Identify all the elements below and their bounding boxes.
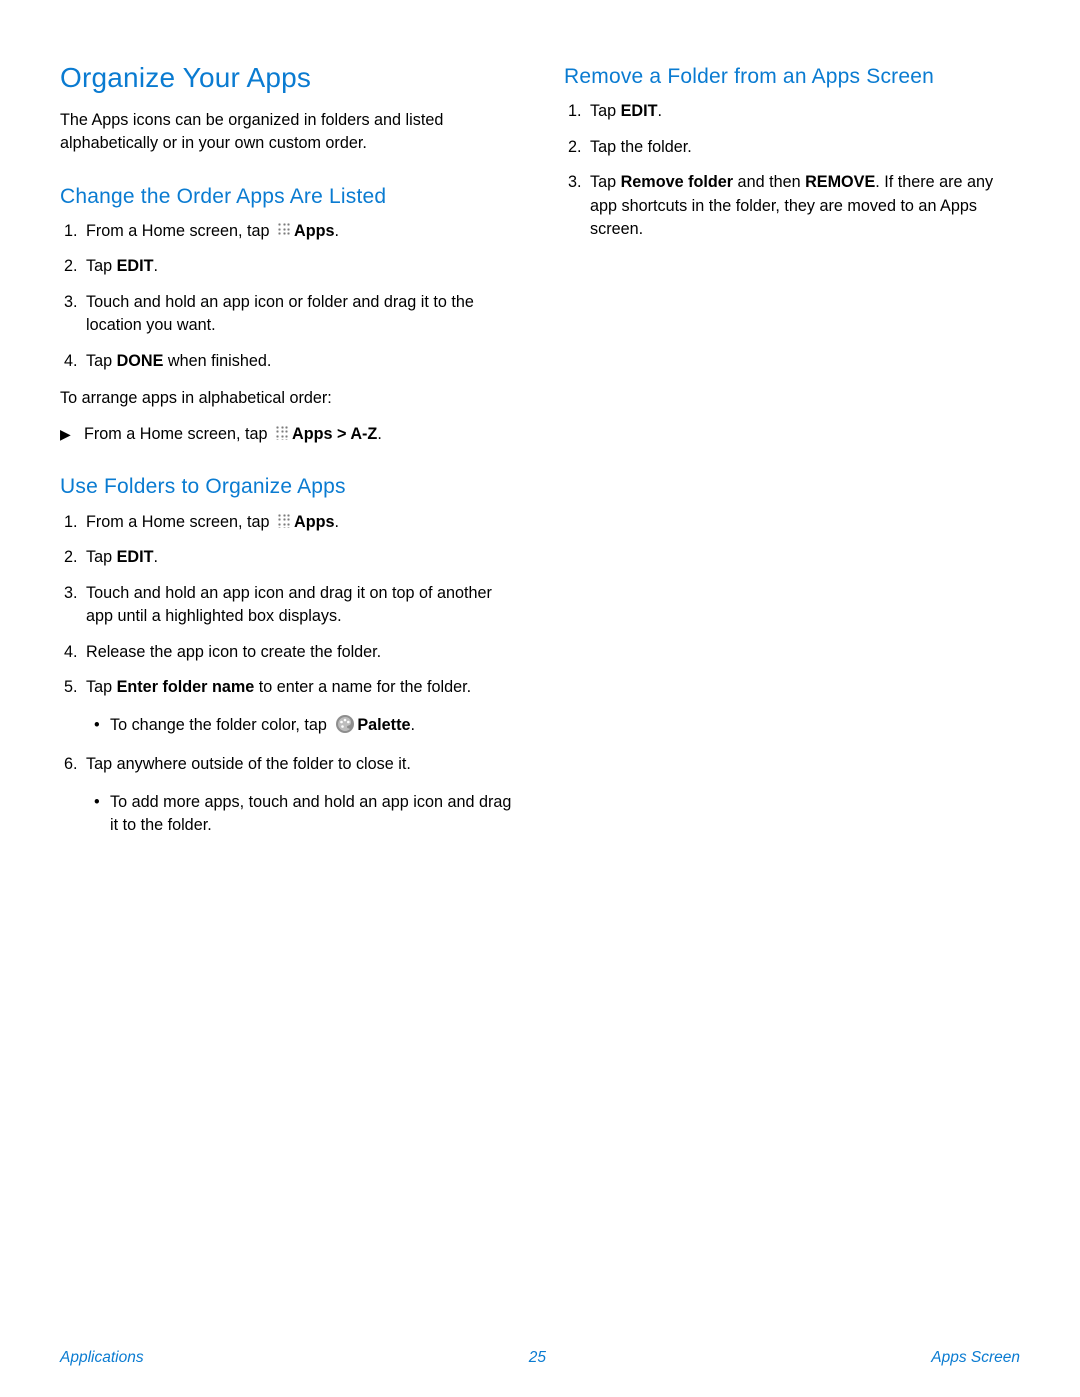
ui-label: Remove folder	[621, 173, 733, 191]
icon-label: Apps	[294, 222, 334, 240]
step-item: Tap the folder.	[586, 136, 1020, 159]
remove-folder-steps: Tap EDIT. Tap the folder. Tap Remove fol…	[564, 100, 1020, 241]
step-text: .	[335, 222, 340, 240]
step-item: Tap Remove folder and then REMOVE. If th…	[586, 171, 1020, 241]
page-title: Organize Your Apps	[60, 58, 516, 99]
ui-label: Apps > A-Z	[292, 425, 377, 443]
apps-grid-icon	[278, 514, 292, 528]
ui-label: Enter folder name	[117, 678, 255, 696]
step-item: Tap EDIT.	[82, 546, 516, 569]
alpha-order-list: From a Home screen, tap Apps > A-Z.	[60, 423, 516, 446]
heading-use-folders: Use Folders to Organize Apps	[60, 472, 516, 502]
step-text: Tap	[86, 548, 117, 566]
ui-label: DONE	[117, 352, 164, 370]
heading-change-order: Change the Order Apps Are Listed	[60, 182, 516, 212]
step-item: Touch and hold an app icon or folder and…	[82, 291, 516, 338]
step-text: .	[377, 425, 382, 443]
step-text: To change the folder color, tap	[110, 716, 331, 734]
step-item: Tap EDIT.	[82, 255, 516, 278]
step-text: Tap	[590, 173, 621, 191]
step-item: Release the app icon to create the folde…	[82, 641, 516, 664]
step-text: Tap	[86, 678, 117, 696]
document-page: Organize Your Apps The Apps icons can be…	[0, 0, 1080, 1397]
step-text: Tap anywhere outside of the folder to cl…	[86, 755, 411, 773]
arrow-list-item: From a Home screen, tap Apps > A-Z.	[60, 423, 516, 446]
heading-remove-folder: Remove a Folder from an Apps Screen	[564, 62, 1020, 92]
page-footer: Applications 25 Apps Screen	[60, 1347, 1020, 1369]
ui-label: REMOVE	[805, 173, 875, 191]
palette-icon	[335, 714, 355, 741]
step-text: to enter a name for the folder.	[254, 678, 471, 696]
step-text: when finished.	[163, 352, 271, 370]
step-item: Tap DONE when finished.	[82, 350, 516, 373]
step-text: .	[410, 716, 415, 734]
column-left: Organize Your Apps The Apps icons can be…	[60, 58, 516, 850]
substep-item: To add more apps, touch and hold an app …	[86, 791, 516, 838]
step-item: Tap anywhere outside of the folder to cl…	[82, 753, 516, 837]
footer-page-number: 25	[529, 1347, 546, 1369]
apps-grid-icon	[278, 223, 292, 237]
step-text: From a Home screen, tap	[86, 222, 274, 240]
ui-label: EDIT	[621, 102, 658, 120]
substeps: To add more apps, touch and hold an app …	[86, 791, 516, 838]
step-text: .	[657, 102, 662, 120]
step-text: Tap	[86, 257, 117, 275]
icon-label: Palette	[357, 716, 410, 734]
intro-text: The Apps icons can be organized in folde…	[60, 109, 516, 156]
step-text: From a Home screen, tap	[84, 425, 272, 443]
step-text: and then	[733, 173, 805, 191]
step-item: From a Home screen, tap Apps.	[82, 220, 516, 243]
footer-right: Apps Screen	[931, 1347, 1020, 1369]
step-item: Tap EDIT.	[586, 100, 1020, 123]
column-right: Remove a Folder from an Apps Screen Tap …	[564, 58, 1020, 850]
footer-left: Applications	[60, 1347, 144, 1369]
step-item: From a Home screen, tap Apps.	[82, 511, 516, 534]
use-folders-steps: From a Home screen, tap Apps. Tap EDIT. …	[60, 511, 516, 838]
step-text: From a Home screen, tap	[86, 513, 274, 531]
substep-item: To change the folder color, tap Palet	[86, 714, 516, 741]
step-text: .	[335, 513, 340, 531]
ui-label: EDIT	[117, 257, 154, 275]
substeps: To change the folder color, tap Palet	[86, 714, 516, 741]
change-order-steps: From a Home screen, tap Apps. Tap EDIT. …	[60, 220, 516, 373]
icon-label: Apps	[294, 513, 334, 531]
step-item: Tap Enter folder name to enter a name fo…	[82, 676, 516, 741]
step-item: Touch and hold an app icon and drag it o…	[82, 582, 516, 629]
step-text: Tap	[590, 102, 621, 120]
alpha-order-intro: To arrange apps in alphabetical order:	[60, 387, 516, 410]
step-text: .	[153, 548, 158, 566]
ui-label: EDIT	[117, 548, 154, 566]
step-text: Tap	[86, 352, 117, 370]
step-text: .	[153, 257, 158, 275]
content-columns: Organize Your Apps The Apps icons can be…	[60, 58, 1020, 850]
apps-grid-icon	[276, 426, 290, 440]
